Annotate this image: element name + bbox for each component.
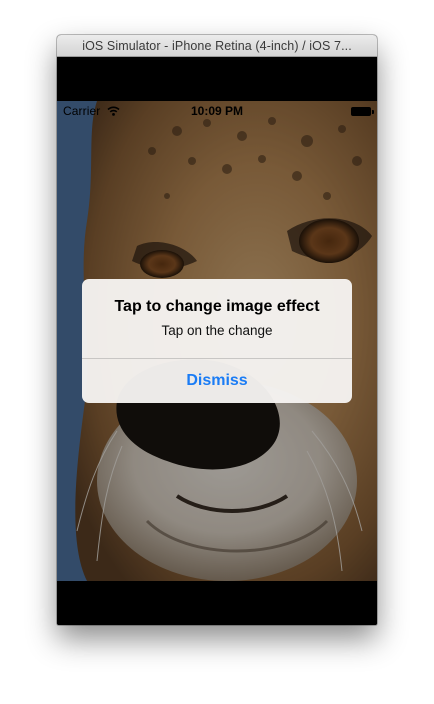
window-title: iOS Simulator - iPhone Retina (4-inch) /… (82, 39, 352, 53)
status-time: 10:09 PM (190, 104, 244, 118)
alert-dialog: Tap to change image effect Tap on the ch… (82, 279, 352, 403)
dismiss-button[interactable]: Dismiss (82, 359, 352, 403)
status-bar: Carrier 10:09 PM (57, 101, 377, 121)
battery-icon (351, 107, 374, 116)
device-top-bezel (57, 57, 377, 101)
alert-message: Tap on the change (161, 323, 273, 338)
alert-title: Tap to change image effect (114, 298, 320, 315)
window-titlebar[interactable]: iOS Simulator - iPhone Retina (4-inch) /… (57, 35, 377, 57)
device-bottom-bezel (57, 581, 377, 625)
device-screen[interactable]: Carrier 10:09 PM Tap to change image eff… (57, 101, 377, 581)
simulator-window: iOS Simulator - iPhone Retina (4-inch) /… (57, 35, 377, 625)
